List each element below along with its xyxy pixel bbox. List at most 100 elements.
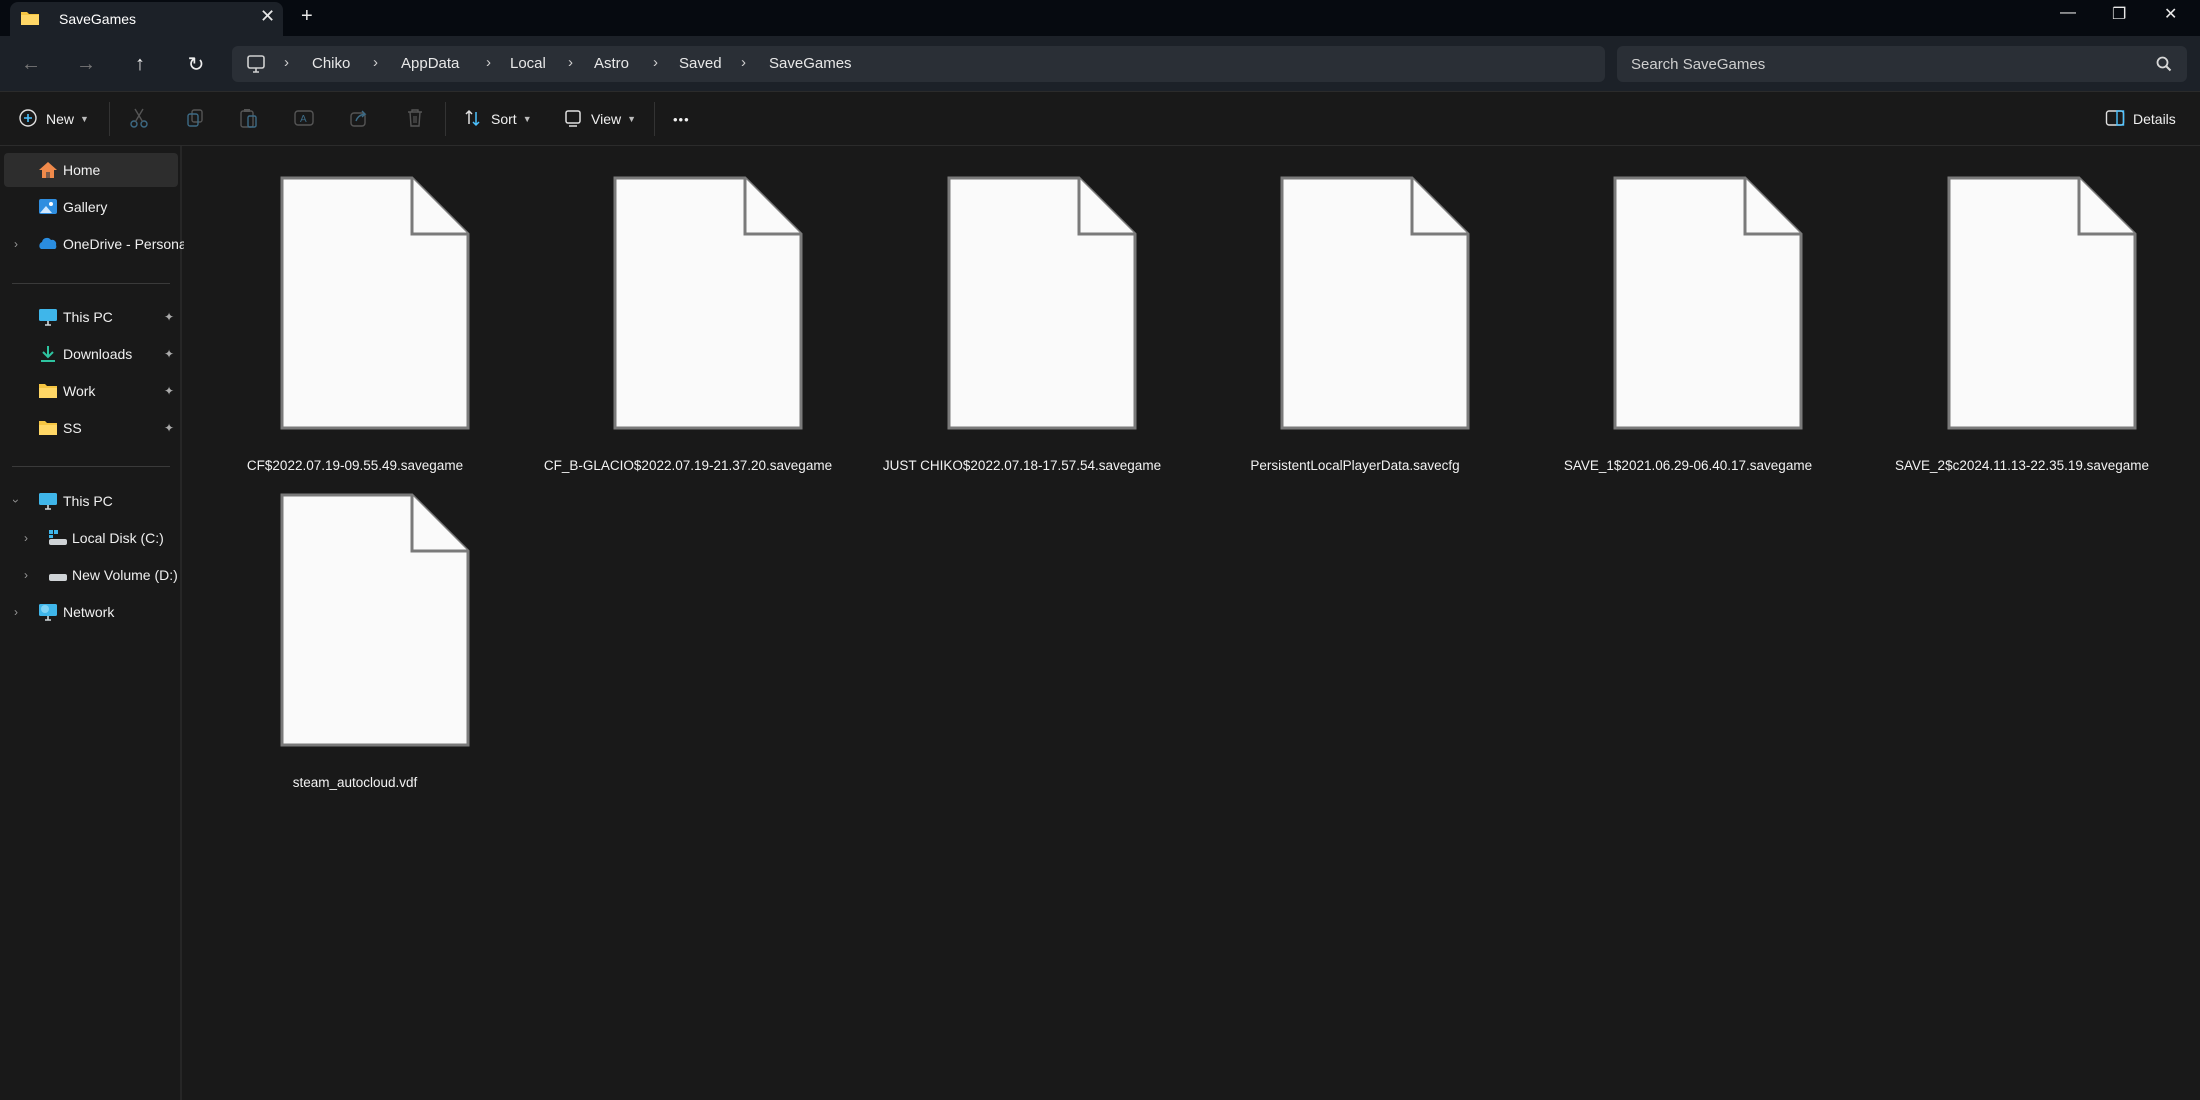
sidebar-item-network[interactable]: › Network	[4, 595, 178, 629]
folder-icon	[38, 419, 58, 437]
rename-button[interactable]: A	[293, 104, 315, 134]
sidebar-item-label: Local Disk (C:)	[72, 530, 164, 546]
sidebar-item-label: Work	[63, 383, 96, 399]
sidebar-item-downloads[interactable]: Downloads ✦	[4, 337, 178, 371]
sidebar-item-label: SS	[63, 420, 82, 436]
sidebar-item-gallery[interactable]: Gallery	[4, 190, 178, 224]
clipboard-icon	[238, 107, 260, 132]
paste-button[interactable]	[238, 104, 260, 134]
breadcrumb-local[interactable]: Local	[510, 55, 546, 72]
sidebar-item-onedrive[interactable]: › OneDrive - Persona	[4, 227, 187, 261]
pin-icon[interactable]: ✦	[164, 384, 174, 398]
sidebar-item-label: OneDrive - Persona	[63, 236, 187, 252]
chevron-right-icon[interactable]: ›	[24, 531, 28, 545]
close-window-button[interactable]: ✕	[2164, 4, 2177, 24]
chevron-down-icon: ▼	[80, 114, 89, 124]
sidebar-item-local-disk-c[interactable]: › Local Disk (C:)	[4, 521, 178, 555]
scissors-icon	[128, 107, 150, 132]
pin-icon[interactable]: ✦	[164, 347, 174, 361]
generic-file-icon	[947, 176, 1137, 430]
generic-file-icon	[1280, 176, 1470, 430]
sort-button[interactable]: Sort ▼	[463, 104, 532, 134]
file-item[interactable]: SAVE_2$c2024.11.13-22.35.19.savegame	[1872, 176, 2172, 476]
command-bar: New ▼ A Sort ▼ View ▼ ••• Details	[0, 92, 2200, 146]
up-button[interactable]: ↑	[126, 50, 154, 78]
toolbar-divider	[109, 102, 110, 136]
sidebar-item-home[interactable]: Home	[4, 153, 178, 187]
delete-button[interactable]	[404, 104, 426, 134]
sidebar-item-label: Home	[63, 162, 101, 178]
file-item[interactable]: SAVE_1$2021.06.29-06.40.17.savegame	[1538, 176, 1838, 476]
breadcrumb-separator: ›	[568, 54, 573, 71]
pin-icon[interactable]: ✦	[164, 421, 174, 435]
trash-icon	[404, 107, 426, 132]
pin-icon[interactable]: ✦	[164, 310, 174, 324]
file-view: CF$2022.07.19-09.55.49.savegame CF_B-GLA…	[184, 146, 2200, 1100]
cut-button[interactable]	[128, 104, 150, 134]
close-tab-button[interactable]: ✕	[260, 6, 275, 27]
search-input[interactable]	[1631, 46, 2131, 82]
new-tab-button[interactable]: +	[301, 5, 313, 28]
breadcrumb-separator: ›	[653, 54, 658, 71]
view-button[interactable]: View ▼	[563, 104, 636, 134]
sidebar-item-label: New Volume (D:)	[72, 567, 178, 583]
copy-button[interactable]	[184, 104, 206, 134]
search-box[interactable]	[1617, 46, 2187, 82]
sidebar-item-this-pc[interactable]: › This PC	[4, 484, 178, 518]
monitor-icon	[38, 492, 58, 510]
chevron-down-icon: ▼	[522, 114, 532, 124]
sidebar-divider	[12, 466, 170, 467]
breadcrumb-astro[interactable]: Astro	[594, 55, 629, 72]
new-label: New	[46, 111, 75, 127]
toolbar-divider	[654, 102, 655, 136]
breadcrumb-chiko[interactable]: Chiko	[312, 55, 350, 72]
sidebar-item-label: This PC	[63, 309, 113, 325]
details-button[interactable]: Details	[2105, 104, 2176, 134]
minimize-button[interactable]: —	[2060, 4, 2076, 22]
tab-savegames[interactable]: SaveGames ✕	[10, 2, 283, 36]
share-icon	[348, 107, 370, 132]
file-item[interactable]: CF$2022.07.19-09.55.49.savegame	[205, 176, 505, 476]
file-name: JUST CHIKO$2022.07.18-17.57.54.savegame	[882, 458, 1162, 473]
sidebar-item-this-pc-pinned[interactable]: This PC ✦	[4, 300, 178, 334]
network-icon	[38, 603, 58, 621]
chevron-right-icon[interactable]: ›	[24, 568, 28, 582]
search-icon[interactable]	[2155, 55, 2173, 78]
file-item[interactable]: CF_B-GLACIO$2022.07.19-21.37.20.savegame	[538, 176, 838, 476]
more-options-button[interactable]: •••	[673, 104, 690, 134]
file-name: PersistentLocalPlayerData.savecfg	[1250, 458, 1460, 473]
details-pane-icon	[2105, 109, 2125, 130]
sort-icon	[463, 108, 483, 131]
share-button[interactable]	[348, 104, 370, 134]
sidebar-item-label: This PC	[63, 493, 113, 509]
maximize-button[interactable]: ❐	[2112, 4, 2126, 24]
monitor-icon	[246, 54, 266, 79]
sidebar-item-ss[interactable]: SS ✦	[4, 411, 178, 445]
breadcrumb-savegames[interactable]: SaveGames	[769, 55, 852, 72]
navigation-pane: Home Gallery › OneDrive - Persona This P…	[0, 146, 187, 1100]
chevron-right-icon[interactable]: ›	[14, 237, 18, 251]
breadcrumb-appdata[interactable]: AppData	[401, 55, 459, 72]
file-name: SAVE_2$c2024.11.13-22.35.19.savegame	[1895, 458, 2149, 473]
back-button[interactable]: ←	[17, 50, 45, 78]
chevron-down-icon[interactable]: ›	[9, 499, 23, 503]
navigation-bar: ← → ↑ ↻ › Chiko › AppData › Local › Astr…	[0, 36, 2200, 92]
file-item[interactable]: PersistentLocalPlayerData.savecfg	[1205, 176, 1505, 476]
file-item[interactable]: JUST CHIKO$2022.07.18-17.57.54.savegame	[872, 176, 1172, 476]
file-item[interactable]: steam_autocloud.vdf	[205, 493, 505, 793]
generic-file-icon	[280, 176, 470, 430]
sidebar-item-work[interactable]: Work ✦	[4, 374, 178, 408]
breadcrumb-saved[interactable]: Saved	[679, 55, 722, 72]
file-name: steam_autocloud.vdf	[292, 775, 418, 790]
sidebar-item-new-volume-d[interactable]: › New Volume (D:)	[4, 558, 178, 592]
drive-icon	[48, 566, 68, 584]
chevron-right-icon[interactable]: ›	[14, 605, 18, 619]
refresh-button[interactable]: ↻	[182, 50, 210, 78]
address-bar[interactable]: › Chiko › AppData › Local › Astro › Save…	[232, 46, 1605, 82]
sort-label: Sort	[491, 111, 517, 127]
forward-button[interactable]: →	[72, 50, 100, 78]
plus-circle-icon	[18, 108, 38, 131]
folder-icon	[20, 10, 39, 25]
new-button[interactable]: New ▼	[18, 104, 89, 134]
sidebar-item-label: Downloads	[63, 346, 133, 362]
